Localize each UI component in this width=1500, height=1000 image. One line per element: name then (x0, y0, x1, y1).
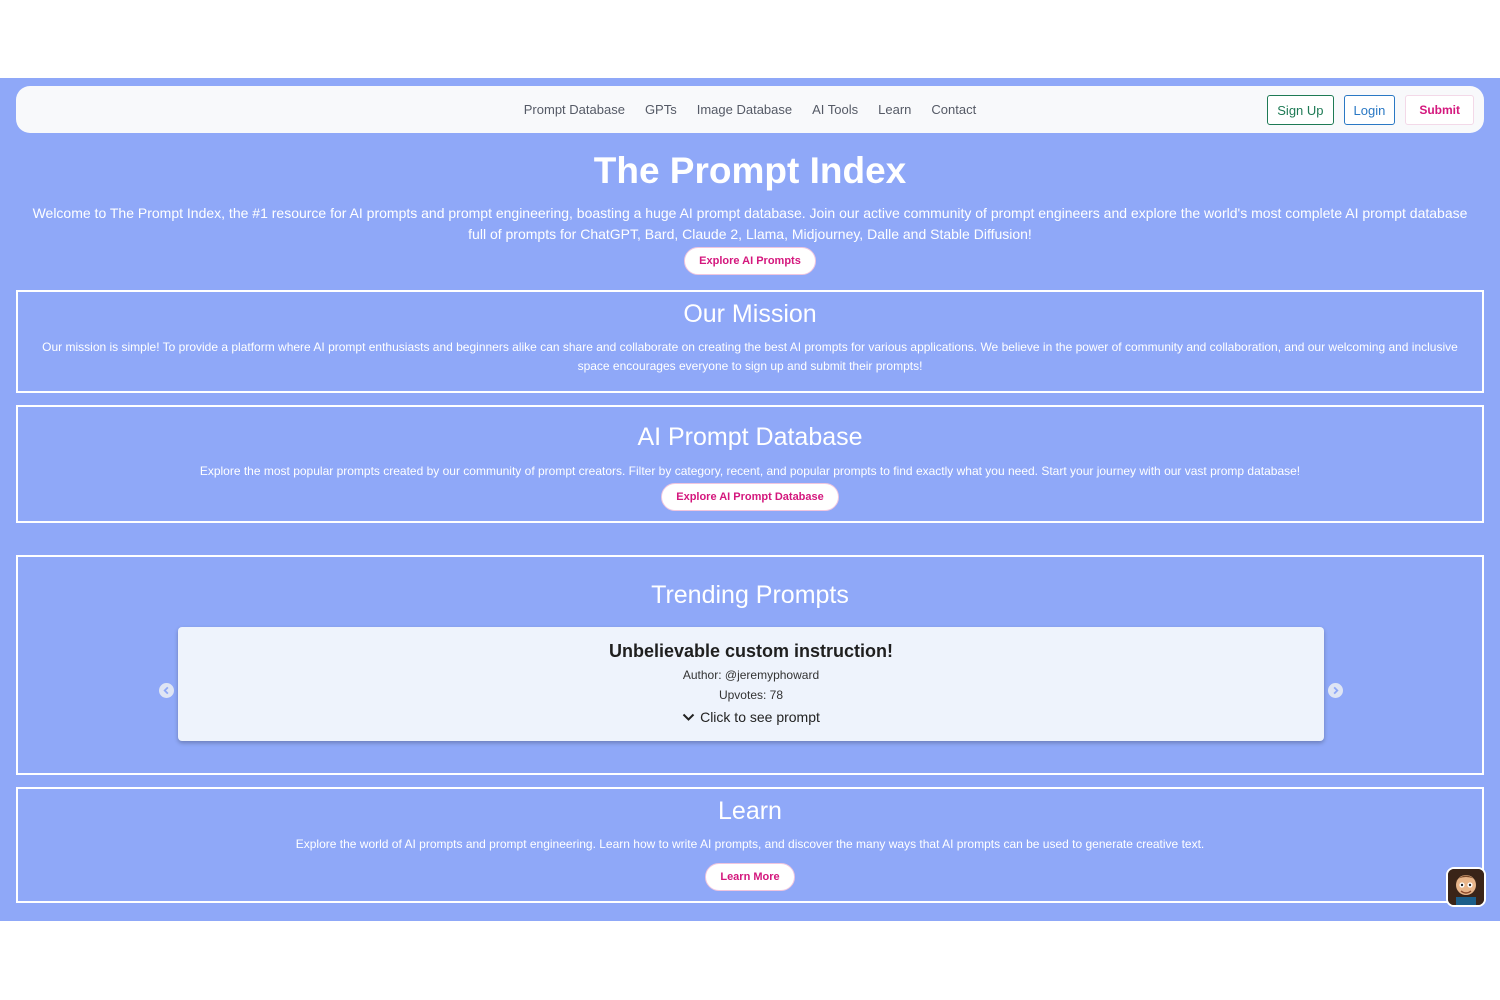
learn-button-row: Learn More (18, 863, 1482, 891)
nav-contact[interactable]: Contact (931, 102, 976, 117)
see-prompt-label: Click to see prompt (700, 709, 820, 725)
learn-text: Explore the world of AI prompts and prom… (295, 837, 1205, 851)
chevron-down-icon (682, 713, 695, 721)
hero-title: The Prompt Index (593, 150, 907, 191)
chat-avatar-icon-graphic (1448, 869, 1484, 905)
database-text: Explore the most popular prompts created… (199, 464, 1301, 478)
chevron-right-icon (1333, 686, 1339, 695)
carousel-prev-button[interactable] (159, 683, 174, 698)
carousel-next-button[interactable] (1328, 683, 1343, 698)
nav-links: Prompt Database GPTs Image Database AI T… (16, 86, 1484, 133)
chat-avatar-icon[interactable] (1446, 867, 1486, 907)
login-button[interactable]: Login (1343, 95, 1396, 125)
trending-prompt-card[interactable]: Unbelievable custom instruction! Author:… (178, 627, 1324, 741)
trending-title: Trending Prompts (651, 581, 849, 609)
hero-button-row: Explore AI Prompts (0, 247, 1500, 275)
top-navbar: Prompt Database GPTs Image Database AI T… (16, 86, 1484, 133)
nav-learn[interactable]: Learn (878, 102, 911, 117)
learn-more-button[interactable]: Learn More (705, 863, 795, 891)
mission-title: Our Mission (683, 300, 817, 328)
hero-description: Welcome to The Prompt Index, the #1 reso… (32, 205, 1468, 242)
learn-title: Learn (718, 797, 782, 825)
nav-gpts[interactable]: GPTs (645, 102, 677, 117)
sign-up-button[interactable]: Sign Up (1267, 95, 1334, 125)
see-prompt-toggle[interactable]: Click to see prompt (178, 709, 1324, 725)
page-background: Prompt Database GPTs Image Database AI T… (0, 78, 1500, 921)
explore-ai-prompts-button[interactable]: Explore AI Prompts (684, 247, 816, 275)
database-button-row: Explore AI Prompt Database (18, 483, 1482, 511)
prompt-author: Author: @jeremyphoward (682, 668, 820, 682)
prompt-title: Unbelievable custom instruction! (608, 641, 894, 661)
database-title: AI Prompt Database (637, 423, 863, 451)
nav-prompt-database[interactable]: Prompt Database (524, 102, 625, 117)
database-section: AI Prompt Database Explore the most popu… (16, 405, 1484, 523)
mission-section: Our Mission Our mission is simple! To pr… (16, 290, 1484, 393)
chevron-left-icon (163, 686, 169, 695)
trending-section: Trending Prompts Unbelievable custom ins… (16, 555, 1484, 775)
nav-actions: Sign Up Login Submit (1267, 95, 1474, 125)
nav-image-database[interactable]: Image Database (697, 102, 792, 117)
explore-database-button[interactable]: Explore AI Prompt Database (661, 483, 839, 511)
submit-button[interactable]: Submit (1405, 95, 1474, 125)
mission-text: Our mission is simple! To provide a plat… (42, 340, 1458, 373)
nav-ai-tools[interactable]: AI Tools (812, 102, 858, 117)
prompt-upvotes: Upvotes: 78 (718, 688, 784, 702)
learn-section: Learn Explore the world of AI prompts an… (16, 787, 1484, 903)
